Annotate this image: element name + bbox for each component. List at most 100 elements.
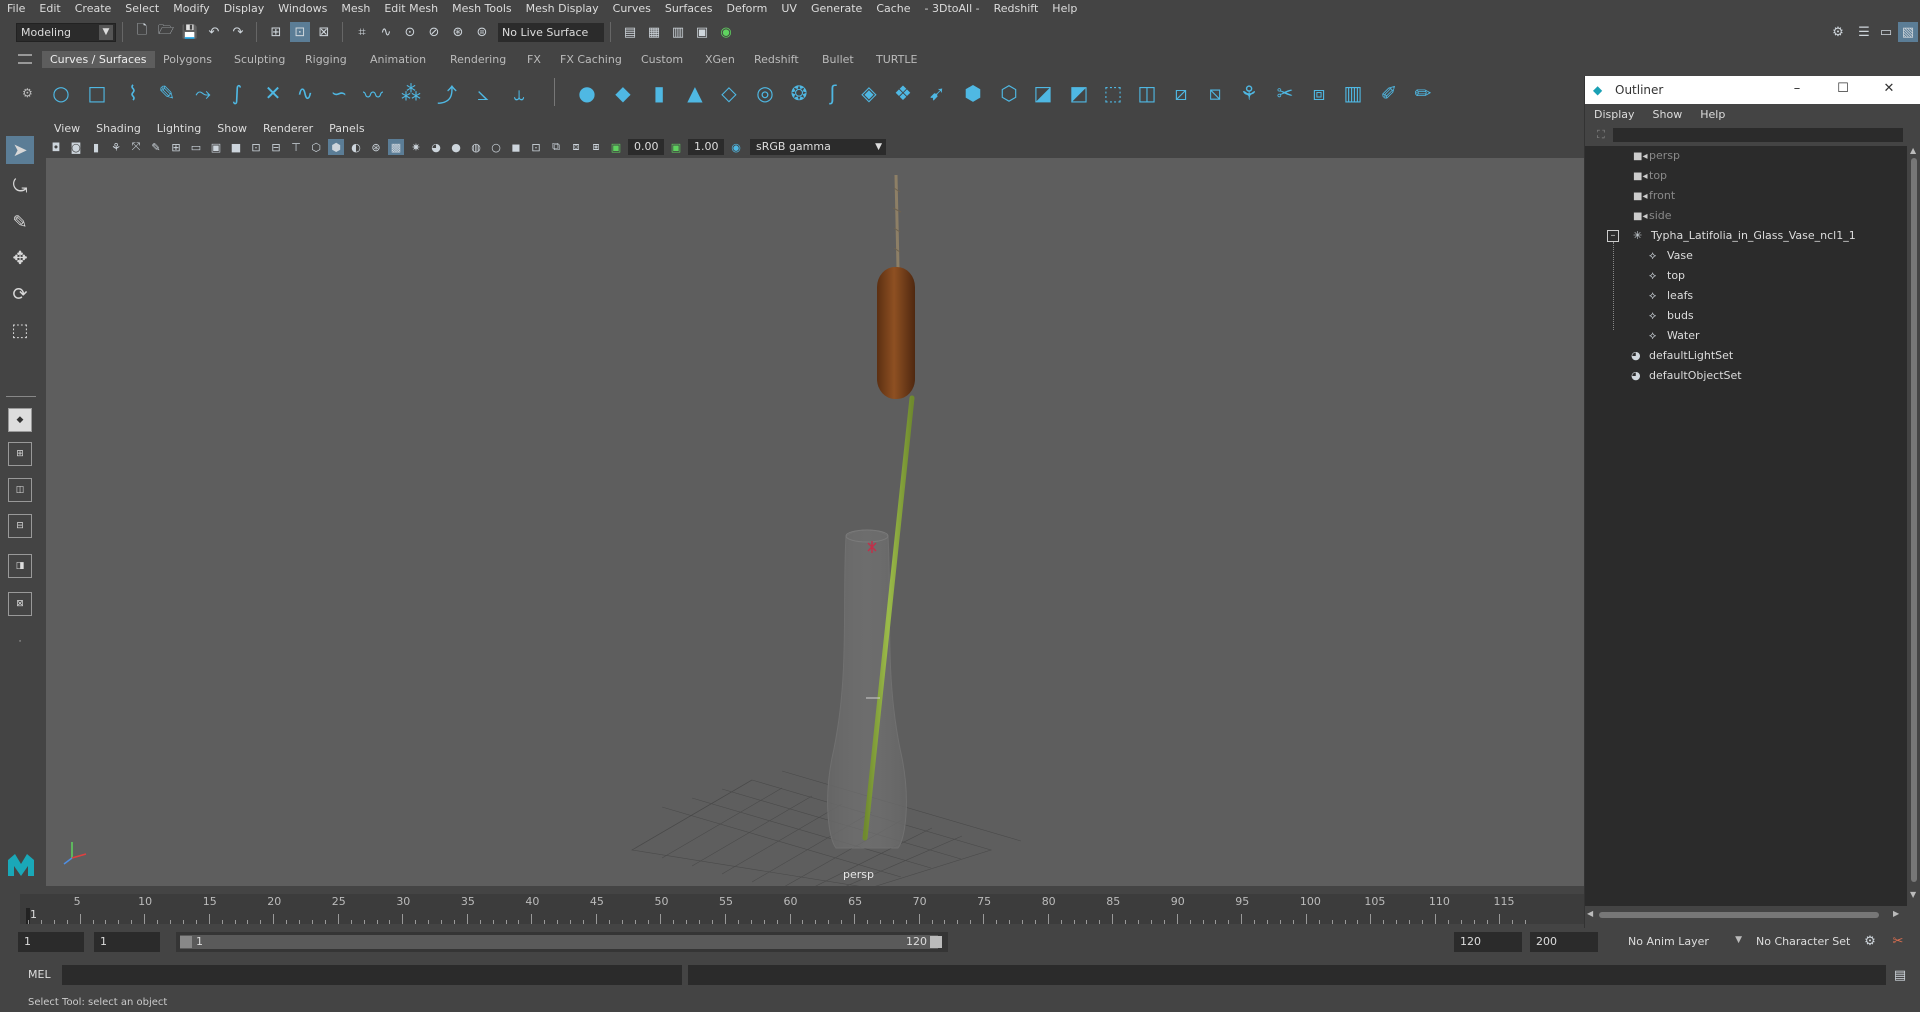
view-transform-dropdown[interactable]: sRGB gamma ▼	[750, 139, 886, 155]
square-surface-icon[interactable]: ◪	[1030, 80, 1056, 106]
playback-end-field[interactable]: 120	[1454, 932, 1522, 952]
multisample-aa-icon[interactable]: ○	[488, 139, 504, 155]
pencil-icon[interactable]: ✏	[1410, 80, 1436, 106]
range-slider-fill[interactable]	[180, 935, 938, 949]
panel-menu-shading[interactable]: Shading	[88, 122, 149, 135]
shelf-tab-turtle[interactable]: TURTLE	[868, 51, 925, 68]
move-tool-icon[interactable]: ✥	[6, 244, 34, 272]
menu-generate[interactable]: Generate	[804, 0, 869, 18]
outliner-item-front[interactable]: ■◂ front	[1633, 186, 1675, 206]
select-hierarchy-icon[interactable]: ⊞	[266, 22, 286, 42]
menu-curves[interactable]: Curves	[606, 0, 658, 18]
shelf-tab-rendering[interactable]: Rendering	[442, 51, 514, 68]
panel-menu-show[interactable]: Show	[209, 122, 255, 135]
isolate-select-icon[interactable]: ⊡	[528, 139, 544, 155]
side-by-side-layout-icon[interactable]: ◫	[8, 478, 32, 502]
menu-file[interactable]: File	[0, 0, 32, 18]
anim-layer-dropdown[interactable]: No Anim Layer ▼	[1622, 932, 1744, 952]
scroll-thumb[interactable]	[1599, 912, 1879, 918]
redo-icon[interactable]: ↷	[228, 22, 248, 42]
single-view-layout-icon[interactable]: ◆	[8, 408, 32, 432]
menu-deform[interactable]: Deform	[719, 0, 774, 18]
safe-title-icon[interactable]: ⊤	[288, 139, 304, 155]
scroll-thumb[interactable]	[1911, 158, 1917, 882]
fillet-curve-icon[interactable]: ⥿	[506, 80, 532, 106]
save-scene-icon[interactable]: 💾	[180, 22, 200, 42]
screen-space-ao-icon[interactable]: ●	[448, 139, 464, 155]
motion-blur-icon[interactable]: ◍	[468, 139, 484, 155]
range-slider[interactable]: 1 120	[176, 932, 948, 952]
outliner-item-leafs[interactable]: ⟡ leafs	[1649, 286, 1693, 306]
shelf-tab-fx-caching[interactable]: FX Caching	[552, 51, 630, 68]
shelf-menu-icon[interactable]	[18, 54, 32, 64]
outliner-item-default-light-set[interactable]: ◕ defaultLightSet	[1631, 346, 1733, 366]
animation-start-field[interactable]: 1	[18, 932, 84, 952]
panel-menu-panels[interactable]: Panels	[321, 122, 372, 135]
outliner-item-buds[interactable]: ⟡ buds	[1649, 306, 1694, 326]
detach-surface-icon[interactable]: ⧅	[1202, 80, 1228, 106]
live-surface-field[interactable]: No Live Surface	[498, 22, 604, 42]
outliner-vertical-scrollbar[interactable]: ▲ ▼	[1907, 146, 1920, 906]
loft-icon[interactable]: ʃ	[820, 80, 846, 106]
chevron-left-icon[interactable]: ◀	[1587, 909, 1593, 918]
outliner-menu-show[interactable]: Show	[1644, 108, 1692, 121]
surface-edit-icon[interactable]: ⧈	[1306, 80, 1332, 106]
chevron-right-icon[interactable]: ▶	[1893, 909, 1899, 918]
shelf-tab-xgen[interactable]: XGen	[697, 51, 743, 68]
chevron-up-icon[interactable]: ▲	[1910, 146, 1916, 155]
shelf-tab-fx[interactable]: FX	[519, 51, 549, 68]
nurbs-cylinder-icon[interactable]: ▮	[646, 80, 672, 106]
menu-windows[interactable]: Windows	[271, 0, 334, 18]
character-set-dropdown[interactable]: No Character Set	[1752, 932, 1870, 952]
planar-icon[interactable]: ◈	[856, 80, 882, 106]
range-start-handle[interactable]	[180, 936, 192, 948]
snap-surface-icon[interactable]: ⊛	[448, 22, 468, 42]
outliner-item-group[interactable]: ✳ Typha_Latifolia_in_Glass_Vase_ncl1_1	[1633, 226, 1856, 246]
menu-modify[interactable]: Modify	[166, 0, 216, 18]
paint-select-tool-icon[interactable]: ✎	[6, 208, 34, 236]
outliner-item-side[interactable]: ■◂ side	[1633, 206, 1672, 226]
custom-layout-icon[interactable]: ⊠	[8, 592, 32, 616]
shelf-options-icon[interactable]: ⚙	[22, 86, 33, 100]
outliner-item-top[interactable]: ■◂ top	[1633, 166, 1667, 186]
sculpt-surface-icon[interactable]: ✂	[1272, 80, 1298, 106]
attribute-editor-icon[interactable]: ☰	[1854, 22, 1874, 42]
menu-edit[interactable]: Edit	[32, 0, 67, 18]
bevel-plus-icon[interactable]: ⬢	[960, 80, 986, 106]
panel-menu-view[interactable]: View	[46, 122, 88, 135]
outliner-horizontal-scrollbar[interactable]: ◀ ▶	[1585, 908, 1907, 922]
project-curve-icon[interactable]: ◩	[1066, 80, 1092, 106]
snap-view-icon[interactable]: ⊘	[424, 22, 444, 42]
four-view-layout-icon[interactable]: ⊞	[8, 442, 32, 466]
film-gate-icon[interactable]: ▭	[188, 139, 204, 155]
snap-live-icon[interactable]: ⊜	[472, 22, 492, 42]
outliner-item-persp[interactable]: ■◂ persp	[1633, 146, 1680, 166]
menu-select[interactable]: Select	[118, 0, 166, 18]
textured-icon[interactable]: ▩	[388, 139, 404, 155]
shelf-tab-polygons[interactable]: Polygons	[155, 51, 220, 68]
perspective-viewport[interactable]: persp	[46, 158, 1584, 886]
smooth-shade-icon[interactable]: ⬢	[328, 139, 344, 155]
intersect-curve-icon[interactable]: ✕	[260, 80, 286, 106]
exposure-icon[interactable]: ▣	[608, 139, 624, 155]
default-material-icon[interactable]: ◐	[348, 139, 364, 155]
gate-mask-icon[interactable]: ■	[228, 139, 244, 155]
shelf-tab-sculpting[interactable]: Sculpting	[226, 51, 293, 68]
menu-display[interactable]: Display	[217, 0, 272, 18]
nurbs-square-icon[interactable]: □	[84, 80, 110, 106]
nurbs-sphere-icon[interactable]: ●	[574, 80, 600, 106]
depth-of-field-icon[interactable]: ◼	[508, 139, 524, 155]
pencil-curve-icon[interactable]: ∫	[224, 80, 250, 106]
nurbs-cone-icon[interactable]: ▲	[682, 80, 708, 106]
animation-prefs-icon[interactable]: ✂	[1888, 931, 1908, 951]
insert-isoparm-icon[interactable]: ⧄	[1168, 80, 1194, 106]
channel-box-icon[interactable]: ▭	[1876, 22, 1896, 42]
render-view-icon[interactable]: ▣	[692, 22, 712, 42]
nurbs-plane-icon[interactable]: ◇	[716, 80, 742, 106]
nurbs-cube-icon[interactable]: ◆	[610, 80, 636, 106]
filter-icon[interactable]: ⛶	[1597, 128, 1605, 142]
shadows-icon[interactable]: ◕	[428, 139, 444, 155]
untrim-icon[interactable]: ◫	[1134, 80, 1160, 106]
script-type-label[interactable]: MEL	[28, 968, 51, 981]
select-object-icon[interactable]: ⊡	[290, 22, 310, 42]
